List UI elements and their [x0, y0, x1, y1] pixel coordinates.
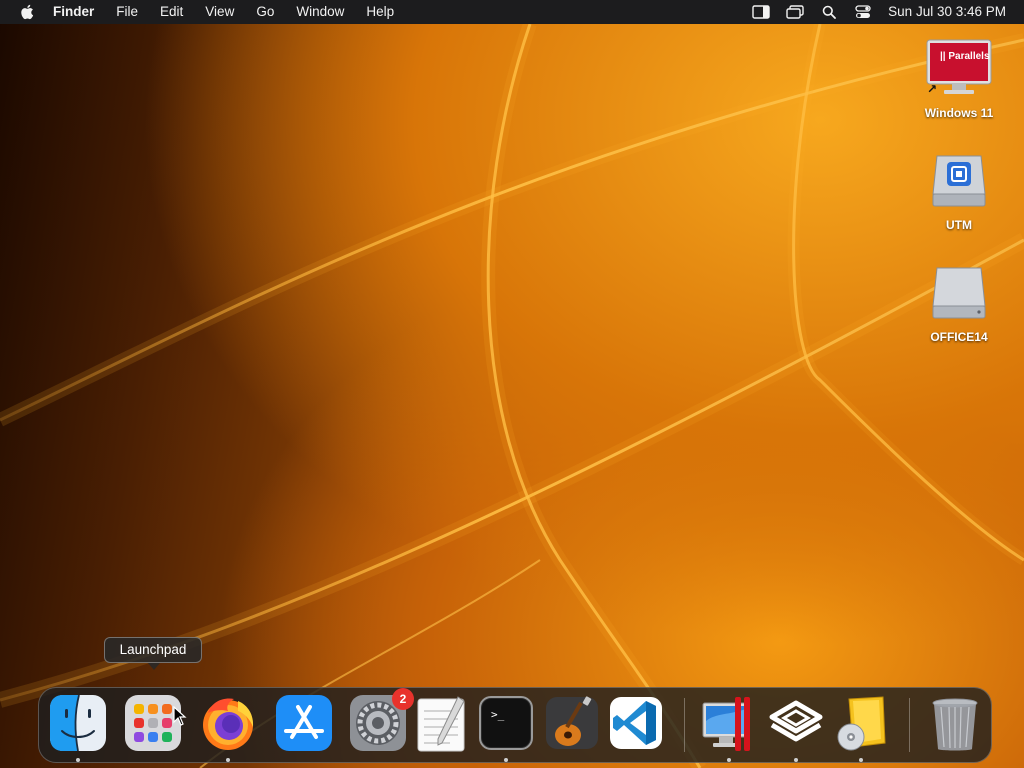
running-indicator — [727, 758, 731, 762]
dock-item-finder[interactable] — [48, 693, 108, 762]
menu-help[interactable]: Help — [355, 0, 405, 24]
utm-drive-icon — [909, 146, 1009, 214]
spotlight-search-icon[interactable] — [812, 0, 846, 24]
sidebar-icon[interactable] — [744, 0, 778, 24]
running-indicator — [76, 758, 80, 762]
dock-item-system-settings[interactable]: 2 — [348, 688, 414, 753]
garageband-icon — [546, 696, 598, 749]
terminal-icon — [479, 696, 533, 750]
dock-item-terminal[interactable]: >_ — [476, 693, 536, 762]
launchpad-tooltip: Launchpad — [104, 637, 202, 670]
menu-bar-clock[interactable]: Sun Jul 30 3:46 PM — [880, 0, 1024, 24]
disk-drive-icon — [909, 258, 1009, 326]
dock-item-utm[interactable] — [766, 693, 826, 762]
terminal-prompt: >_ — [491, 708, 505, 721]
mouse-cursor-icon — [173, 706, 187, 726]
running-indicator — [504, 758, 508, 762]
dock-item-parallels-desktop[interactable] — [699, 693, 759, 762]
dock-item-firefox[interactable] — [198, 693, 258, 762]
menu-app-finder[interactable]: Finder — [37, 0, 105, 24]
control-center-icon[interactable] — [846, 0, 880, 24]
dock-item-vscode[interactable] — [606, 693, 666, 753]
desktop-icon-label: Windows 11 — [924, 106, 994, 120]
menu-bar: Finder File Edit View Go Window Help Sun… — [0, 0, 1024, 24]
finder-icon — [50, 694, 106, 752]
app-store-icon — [276, 695, 332, 751]
running-indicator — [226, 758, 230, 762]
dock-item-garageband[interactable] — [542, 693, 602, 753]
menu-view[interactable]: View — [194, 0, 245, 24]
menu-file[interactable]: File — [105, 0, 149, 24]
desktop-icon-windows-11[interactable]: || Parallels ↗ Windows 11 — [909, 34, 1009, 120]
dock-item-textedit[interactable] — [410, 693, 470, 753]
dock-item-office-installer[interactable] — [831, 693, 891, 762]
apple-logo-icon[interactable] — [17, 0, 37, 24]
alias-arrow-icon: ↗ — [927, 82, 938, 96]
vscode-icon — [610, 697, 662, 749]
office-installer-icon — [837, 696, 886, 751]
dock-item-app-store[interactable] — [274, 693, 334, 753]
textedit-icon — [417, 696, 465, 752]
parallels-vm-icon: || Parallels ↗ — [909, 34, 1009, 102]
menu-edit[interactable]: Edit — [149, 0, 194, 24]
dock-separator — [909, 698, 910, 752]
desktop-icon-label: OFFICE14 — [930, 330, 988, 344]
dock-item-trash[interactable] — [925, 693, 985, 753]
menu-window[interactable]: Window — [285, 0, 355, 24]
screen-mirroring-icon[interactable] — [778, 0, 812, 24]
running-indicator — [859, 758, 863, 762]
running-indicator — [794, 758, 798, 762]
desktop-icon-utm[interactable]: UTM — [909, 146, 1009, 232]
parallels-logo-text: || Parallels — [940, 51, 990, 62]
utm-icon — [769, 700, 823, 742]
menu-go[interactable]: Go — [245, 0, 285, 24]
trash-icon — [932, 698, 978, 751]
firefox-icon — [203, 698, 254, 750]
desktop-icon-label: UTM — [946, 218, 972, 232]
desktop-icon-office14[interactable]: OFFICE14 — [909, 258, 1009, 344]
dock-separator — [684, 698, 685, 752]
parallels-desktop-icon — [702, 697, 750, 751]
